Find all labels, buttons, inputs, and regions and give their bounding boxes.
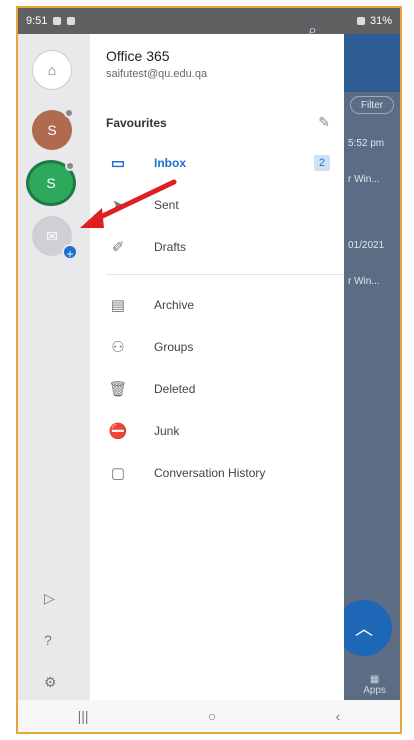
phone-frame: 9:51 31% Filter 5:52 pm r Win... 01/2021… bbox=[16, 6, 402, 734]
home-button-icon[interactable]: ○ bbox=[208, 708, 216, 724]
help-icon[interactable]: ? bbox=[44, 632, 52, 648]
favourites-heading: Favourites bbox=[106, 116, 167, 130]
folder-groups[interactable]: ⚇ Groups bbox=[90, 332, 344, 362]
folder-deleted[interactable]: 🗑 Deleted bbox=[90, 374, 344, 404]
folder-junk[interactable]: ⛔ Junk bbox=[90, 416, 344, 446]
status-bar: 9:51 31% bbox=[18, 8, 400, 34]
divider bbox=[106, 274, 344, 275]
folder-label: Inbox bbox=[154, 156, 186, 170]
junk-icon: ⛔ bbox=[108, 423, 128, 440]
mail-list-background: Filter 5:52 pm r Win... 01/2021 r Win...… bbox=[336, 34, 400, 700]
account-avatar-2[interactable]: S bbox=[26, 160, 76, 206]
folder-drawer: Office 365 saifutest@qu.edu.qa Favourite… bbox=[90, 34, 344, 700]
folder-drafts[interactable]: ✐ Drafts bbox=[90, 232, 344, 262]
android-nav-bar: ||| ○ ‹ bbox=[18, 700, 400, 732]
recents-icon[interactable]: ||| bbox=[78, 708, 89, 724]
folder-archive[interactable]: ▤ Archive bbox=[90, 290, 344, 320]
drafts-icon: ✐ bbox=[111, 239, 125, 256]
folder-label: Junk bbox=[154, 424, 180, 438]
apps-tab[interactable]: ▦ Apps bbox=[363, 674, 386, 696]
folder-label: Groups bbox=[154, 340, 194, 354]
battery-level: 31% bbox=[369, 15, 392, 27]
filter-button[interactable]: Filter bbox=[350, 96, 394, 114]
play-icon[interactable]: ▷ bbox=[44, 590, 55, 607]
unread-count: 2 bbox=[314, 155, 330, 171]
folder-inbox[interactable]: ▭ Inbox 2 bbox=[90, 148, 344, 178]
avatar-initial: S bbox=[46, 175, 56, 191]
red-arrow-annotation bbox=[80, 179, 177, 228]
status-dot bbox=[64, 108, 74, 118]
status-dot bbox=[65, 161, 75, 171]
folder-conversation-history[interactable]: ▢ Conversation History bbox=[90, 458, 344, 488]
message-snippet: r Win... bbox=[348, 276, 380, 287]
folder-label: Drafts bbox=[154, 240, 187, 254]
groups-icon: ⚇ bbox=[111, 339, 125, 356]
account-email: saifutest@qu.edu.qa bbox=[106, 68, 208, 80]
message-icon bbox=[67, 17, 76, 25]
message-time: 5:52 pm bbox=[348, 138, 385, 149]
signal-icon bbox=[356, 17, 365, 25]
account-avatar-1[interactable]: S bbox=[32, 108, 74, 150]
edit-favourites-icon[interactable]: ✎ bbox=[318, 114, 330, 131]
notification-icon bbox=[53, 17, 62, 25]
archive-icon: ▤ bbox=[110, 297, 126, 314]
apps-label: Apps bbox=[363, 685, 386, 696]
apps-grid-icon: ▦ bbox=[369, 674, 380, 685]
message-snippet: r Win... bbox=[348, 174, 380, 185]
trash-icon: 🗑 bbox=[108, 381, 128, 398]
back-icon[interactable]: ‹ bbox=[336, 708, 341, 724]
home-icon: ⌂ bbox=[47, 62, 57, 78]
folder-label: Archive bbox=[154, 298, 195, 312]
account-name: Office 365 bbox=[106, 48, 170, 64]
app-header bbox=[344, 34, 400, 92]
account-rail: ⌂ S S ✉ + ▷ ? ⚙ bbox=[18, 34, 90, 700]
compose-button[interactable]: ︿ bbox=[336, 600, 392, 656]
folder-icon: ▢ bbox=[110, 465, 126, 482]
chevron-up-icon: ︿ bbox=[355, 619, 373, 639]
clock: 9:51 bbox=[26, 15, 48, 27]
avatar-initial: S bbox=[47, 122, 57, 138]
folder-label: Deleted bbox=[154, 382, 196, 396]
settings-icon[interactable]: ⚙ bbox=[44, 674, 57, 691]
message-date: 01/2021 bbox=[348, 240, 385, 251]
inbox-icon: ▭ bbox=[110, 155, 126, 172]
home-account-button[interactable]: ⌂ bbox=[32, 50, 72, 90]
plus-icon: + bbox=[62, 244, 78, 261]
folder-label: Conversation History bbox=[154, 466, 266, 480]
mail-icon: ✉ bbox=[46, 227, 58, 244]
add-mail-account-button[interactable]: ✉ + bbox=[32, 216, 78, 261]
